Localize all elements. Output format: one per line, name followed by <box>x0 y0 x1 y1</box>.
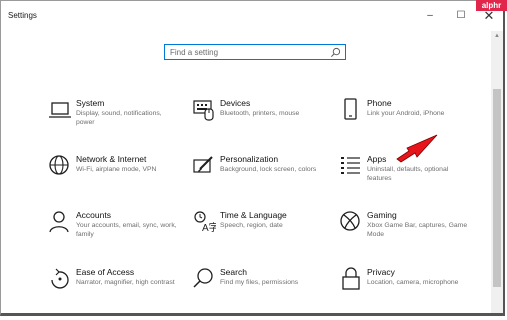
laptop-icon <box>49 102 71 118</box>
search-box[interactable] <box>164 44 346 60</box>
tile-description: Narrator, magnifier, high contrast <box>76 279 175 286</box>
tile-system[interactable]: System Display, sound, notifications, po… <box>48 98 178 140</box>
tile-title: Phone <box>367 98 392 108</box>
tile-description: Bluetooth, printers, mouse <box>220 110 300 117</box>
title-bar: Settings – ☐ ✕ <box>1 1 503 31</box>
tile-description: Find my files, permissions <box>220 279 299 286</box>
settings-window: Settings – ☐ ✕ ▲ System Display, sound, … <box>0 0 505 316</box>
ease-of-access-icon <box>51 268 69 289</box>
scrollbar-thumb[interactable] <box>493 89 501 287</box>
tile-title: Network & Internet <box>76 154 147 164</box>
phone-icon <box>344 98 357 120</box>
person-icon <box>49 211 69 233</box>
tile-search[interactable]: Search Find my files, permissions <box>192 267 322 309</box>
search-icon[interactable] <box>330 47 341 58</box>
globe-icon <box>49 155 69 175</box>
tile-personalization[interactable]: Personalization Background, lock screen,… <box>192 154 322 196</box>
tile-title: Privacy <box>367 267 395 277</box>
tile-title: Apps <box>367 154 387 164</box>
tile-devices[interactable]: Devices Bluetooth, printers, mouse <box>192 98 322 140</box>
tile-title: Search <box>220 267 247 277</box>
keyboard-icon <box>193 100 214 121</box>
tile-description: Uninstall, defaults, optional features <box>367 166 449 182</box>
search-icon <box>193 268 213 288</box>
maximize-button[interactable]: ☐ <box>449 5 473 27</box>
tile-gaming[interactable]: Gaming Xbox Game Bar, captures, Game Mod… <box>339 210 469 252</box>
annotation-arrow-icon <box>396 134 438 163</box>
tile-title: Ease of Access <box>76 267 135 277</box>
tile-description: Speech, region, date <box>220 222 283 229</box>
tile-description: Xbox Game Bar, captures, Game Mode <box>367 222 468 238</box>
tile-description: Wi-Fi, airplane mode, VPN <box>76 166 157 173</box>
search-input[interactable] <box>170 45 325 59</box>
tile-description: Background, lock screen, colors <box>220 166 317 173</box>
tile-description: Display, sound, notifications, power <box>76 110 162 126</box>
tile-title: System <box>76 98 105 108</box>
window-title: Settings <box>8 11 37 20</box>
time-language-icon: A字 <box>194 211 216 234</box>
scrollbar[interactable]: ▲ <box>491 31 503 313</box>
tile-time-language[interactable]: A字 Time & Language Speech, region, date <box>192 210 322 252</box>
xbox-icon <box>340 211 360 231</box>
apps-list-icon <box>341 157 360 174</box>
tile-title: Personalization <box>220 154 279 164</box>
tile-description: Your accounts, email, sync, work, family <box>76 222 177 238</box>
tile-description: Location, camera, microphone <box>367 279 459 286</box>
tile-title: Time & Language <box>220 210 287 220</box>
tile-network[interactable]: Network & Internet Wi-Fi, airplane mode,… <box>48 154 178 196</box>
lock-icon <box>342 267 360 290</box>
tile-ease-of-access[interactable]: Ease of Access Narrator, magnifier, high… <box>48 267 178 309</box>
tile-accounts[interactable]: Accounts Your accounts, email, sync, wor… <box>48 210 178 252</box>
tile-title: Gaming <box>367 210 397 220</box>
tile-privacy[interactable]: Privacy Location, camera, microphone <box>339 267 469 309</box>
alphr-watermark: alphr <box>476 0 507 11</box>
scroll-up-icon[interactable]: ▲ <box>491 31 503 41</box>
paintbrush-icon <box>193 156 213 173</box>
tile-description: Link your Android, iPhone <box>367 110 445 117</box>
tile-title: Accounts <box>76 210 111 220</box>
svg-text:A字: A字 <box>202 221 216 234</box>
tile-title: Devices <box>220 98 251 108</box>
minimize-button[interactable]: – <box>418 5 442 27</box>
